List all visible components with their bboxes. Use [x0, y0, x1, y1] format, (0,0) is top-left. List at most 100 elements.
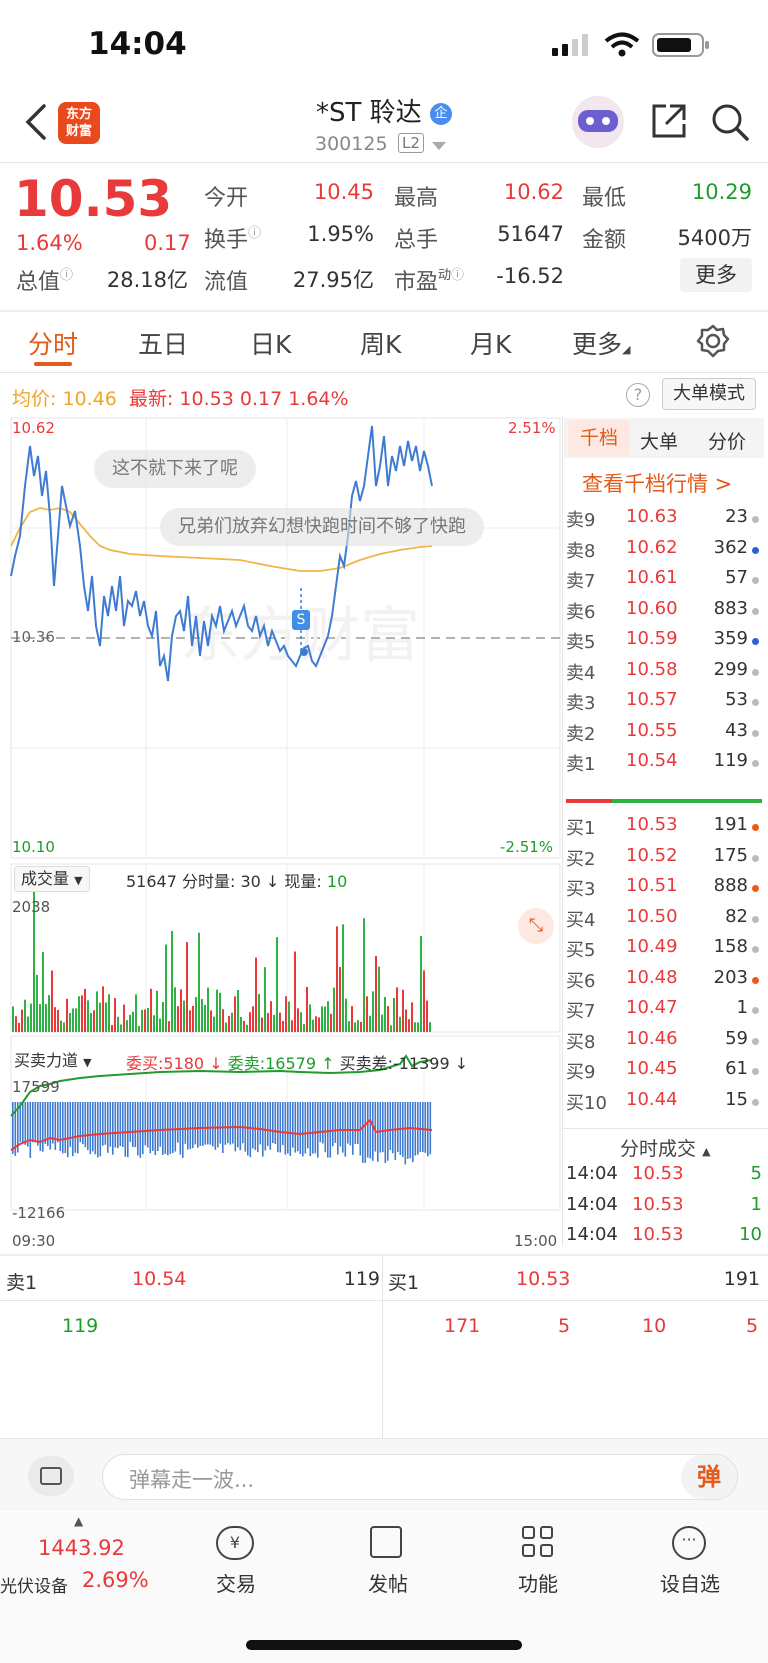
- ask-row[interactable]: 卖1 10.54 119: [566, 750, 766, 778]
- danmu-input[interactable]: 弹幕走一波... 弹: [102, 1454, 738, 1500]
- settings-gear-icon[interactable]: [696, 324, 730, 358]
- volume-bar: [147, 1007, 149, 1032]
- tab-big-orders[interactable]: 大单: [640, 427, 678, 454]
- volume-bar: [123, 1004, 125, 1032]
- volume-bar: [300, 1012, 302, 1032]
- force-diff-bar: [92, 1102, 94, 1152]
- volume-value: 51647: [497, 222, 564, 246]
- bid-row[interactable]: 买7 10.47 1: [566, 997, 766, 1025]
- bid-row[interactable]: 买2 10.52 175: [566, 845, 766, 873]
- sell-signal-marker[interactable]: S: [292, 610, 310, 630]
- trades-title[interactable]: 分时成交 ▲: [620, 1134, 711, 1161]
- ask-label: 卖3: [566, 693, 596, 714]
- volume-bar: [288, 1001, 290, 1032]
- level1-sell-volume: 119: [343, 1268, 380, 1290]
- volume-bar: [105, 1002, 107, 1032]
- chevron-down-icon[interactable]: [432, 142, 446, 150]
- volume-bar: [96, 991, 98, 1032]
- view-thousand-levels-link[interactable]: 查看千档行情 >: [582, 468, 732, 498]
- ask-row[interactable]: 卖3 10.57 53: [566, 689, 766, 717]
- bid-label: 买8: [566, 1031, 596, 1053]
- bid-row[interactable]: 买9 10.45 61: [566, 1058, 766, 1086]
- volume-indicator-selector[interactable]: 成交量 ▼: [14, 866, 90, 892]
- force-diff-bar: [64, 1102, 67, 1154]
- volume-bar: [153, 1015, 155, 1032]
- volume-bar: [204, 1004, 206, 1032]
- tab-five-day[interactable]: 五日: [138, 325, 188, 361]
- pe-label[interactable]: 市盈动ⓘ: [394, 264, 464, 296]
- share-icon[interactable]: [650, 102, 688, 140]
- ask-row[interactable]: 卖6 10.60 883: [566, 598, 766, 626]
- ask-label: 卖8: [566, 540, 596, 562]
- force-diff-bar: [309, 1102, 312, 1156]
- bid-row[interactable]: 买4 10.50 82: [566, 906, 766, 934]
- order-dot-icon: [752, 760, 759, 767]
- force-diff-bar: [302, 1102, 304, 1157]
- danmu-list-icon[interactable]: [28, 1456, 74, 1496]
- more-button[interactable]: 更多: [680, 258, 752, 292]
- ask-row[interactable]: 卖4 10.58 299: [566, 659, 766, 687]
- volume-label: 总手: [394, 228, 439, 253]
- force-diff-bar: [147, 1102, 149, 1148]
- ask-row[interactable]: 卖9 10.63 23: [566, 506, 766, 534]
- level-badge[interactable]: L2: [398, 133, 424, 153]
- force-diff-bar: [119, 1102, 122, 1146]
- bid-row[interactable]: 买10 10.44 15: [566, 1089, 766, 1117]
- post-nav-item[interactable]: 发帖: [338, 1524, 438, 1604]
- tab-intraday[interactable]: 分时: [28, 325, 78, 361]
- divider: [0, 162, 768, 163]
- volume-bar: [87, 1000, 89, 1032]
- ask-row[interactable]: 卖8 10.62 362: [566, 537, 766, 565]
- volume-bar: [237, 989, 239, 1032]
- sector-name[interactable]: 光伏设备: [0, 1572, 68, 1597]
- force-indicator-selector[interactable]: 买卖力道 ▼: [14, 1047, 92, 1071]
- force-diff-bar: [362, 1102, 364, 1163]
- force-diff-bar: [52, 1102, 54, 1144]
- buy-queue-item: 10: [642, 1315, 667, 1337]
- force-diff-bar: [67, 1102, 69, 1158]
- robot-avatar[interactable]: [572, 96, 624, 148]
- ask-row[interactable]: 卖2 10.55 43: [566, 720, 766, 748]
- bid-row[interactable]: 买5 10.49 158: [566, 936, 766, 964]
- bid-row[interactable]: 买1 10.53 191: [566, 814, 766, 842]
- volume-bar: [402, 989, 404, 1032]
- volume-bar: [276, 937, 278, 1032]
- volume-bar: [108, 994, 110, 1032]
- current-price: 10.53: [14, 170, 173, 228]
- trade-nav-item[interactable]: ¥ 交易: [186, 1524, 286, 1604]
- search-icon[interactable]: [710, 102, 750, 142]
- force-diff-bar: [202, 1102, 204, 1146]
- big-order-mode-button[interactable]: 大单模式: [662, 378, 756, 410]
- volume-bar: [417, 1022, 419, 1032]
- ask-row[interactable]: 卖5 10.59 359: [566, 628, 766, 656]
- tab-more[interactable]: 更多◢: [572, 325, 630, 361]
- bid-row[interactable]: 买3 10.51 888: [566, 875, 766, 903]
- tab-price-distribution[interactable]: 分价: [708, 427, 746, 454]
- bid-volume: 191: [713, 814, 748, 835]
- mktcap-label[interactable]: 总值ⓘ: [16, 264, 73, 296]
- add-watchlist-nav-item[interactable]: ··· 设自选: [640, 1524, 740, 1604]
- tab-monthly-k[interactable]: 月K: [470, 325, 511, 361]
- ask-price: 10.54: [626, 750, 678, 771]
- danmu-send-button[interactable]: 弹: [681, 1455, 737, 1499]
- tab-daily-k[interactable]: 日K: [250, 325, 291, 361]
- pe-value: -16.52: [496, 264, 564, 288]
- bid-label: 买10: [566, 1092, 607, 1114]
- ask-row[interactable]: 卖7 10.61 57: [566, 567, 766, 595]
- help-icon[interactable]: ?: [626, 383, 650, 407]
- force-diff-bar: [57, 1102, 59, 1143]
- bid-row[interactable]: 买8 10.46 59: [566, 1028, 766, 1056]
- functions-nav-item[interactable]: 功能: [488, 1524, 588, 1604]
- tab-weekly-k[interactable]: 周K: [360, 325, 401, 361]
- tab-thousand-levels[interactable]: 千档: [568, 420, 630, 456]
- force-diff-bar: [29, 1102, 32, 1158]
- volume-bar: [39, 1003, 41, 1032]
- ask-label: 卖9: [566, 510, 596, 531]
- ask-price: 10.62: [626, 536, 678, 558]
- volume-bar: [306, 986, 308, 1032]
- bid-row[interactable]: 买6 10.48 203: [566, 967, 766, 995]
- sector-index-value[interactable]: 1443.92: [38, 1536, 125, 1560]
- order-dot-icon: [752, 546, 759, 554]
- expand-icon[interactable]: ⤡: [518, 908, 554, 944]
- turnover-label[interactable]: 换手ⓘ: [204, 222, 261, 254]
